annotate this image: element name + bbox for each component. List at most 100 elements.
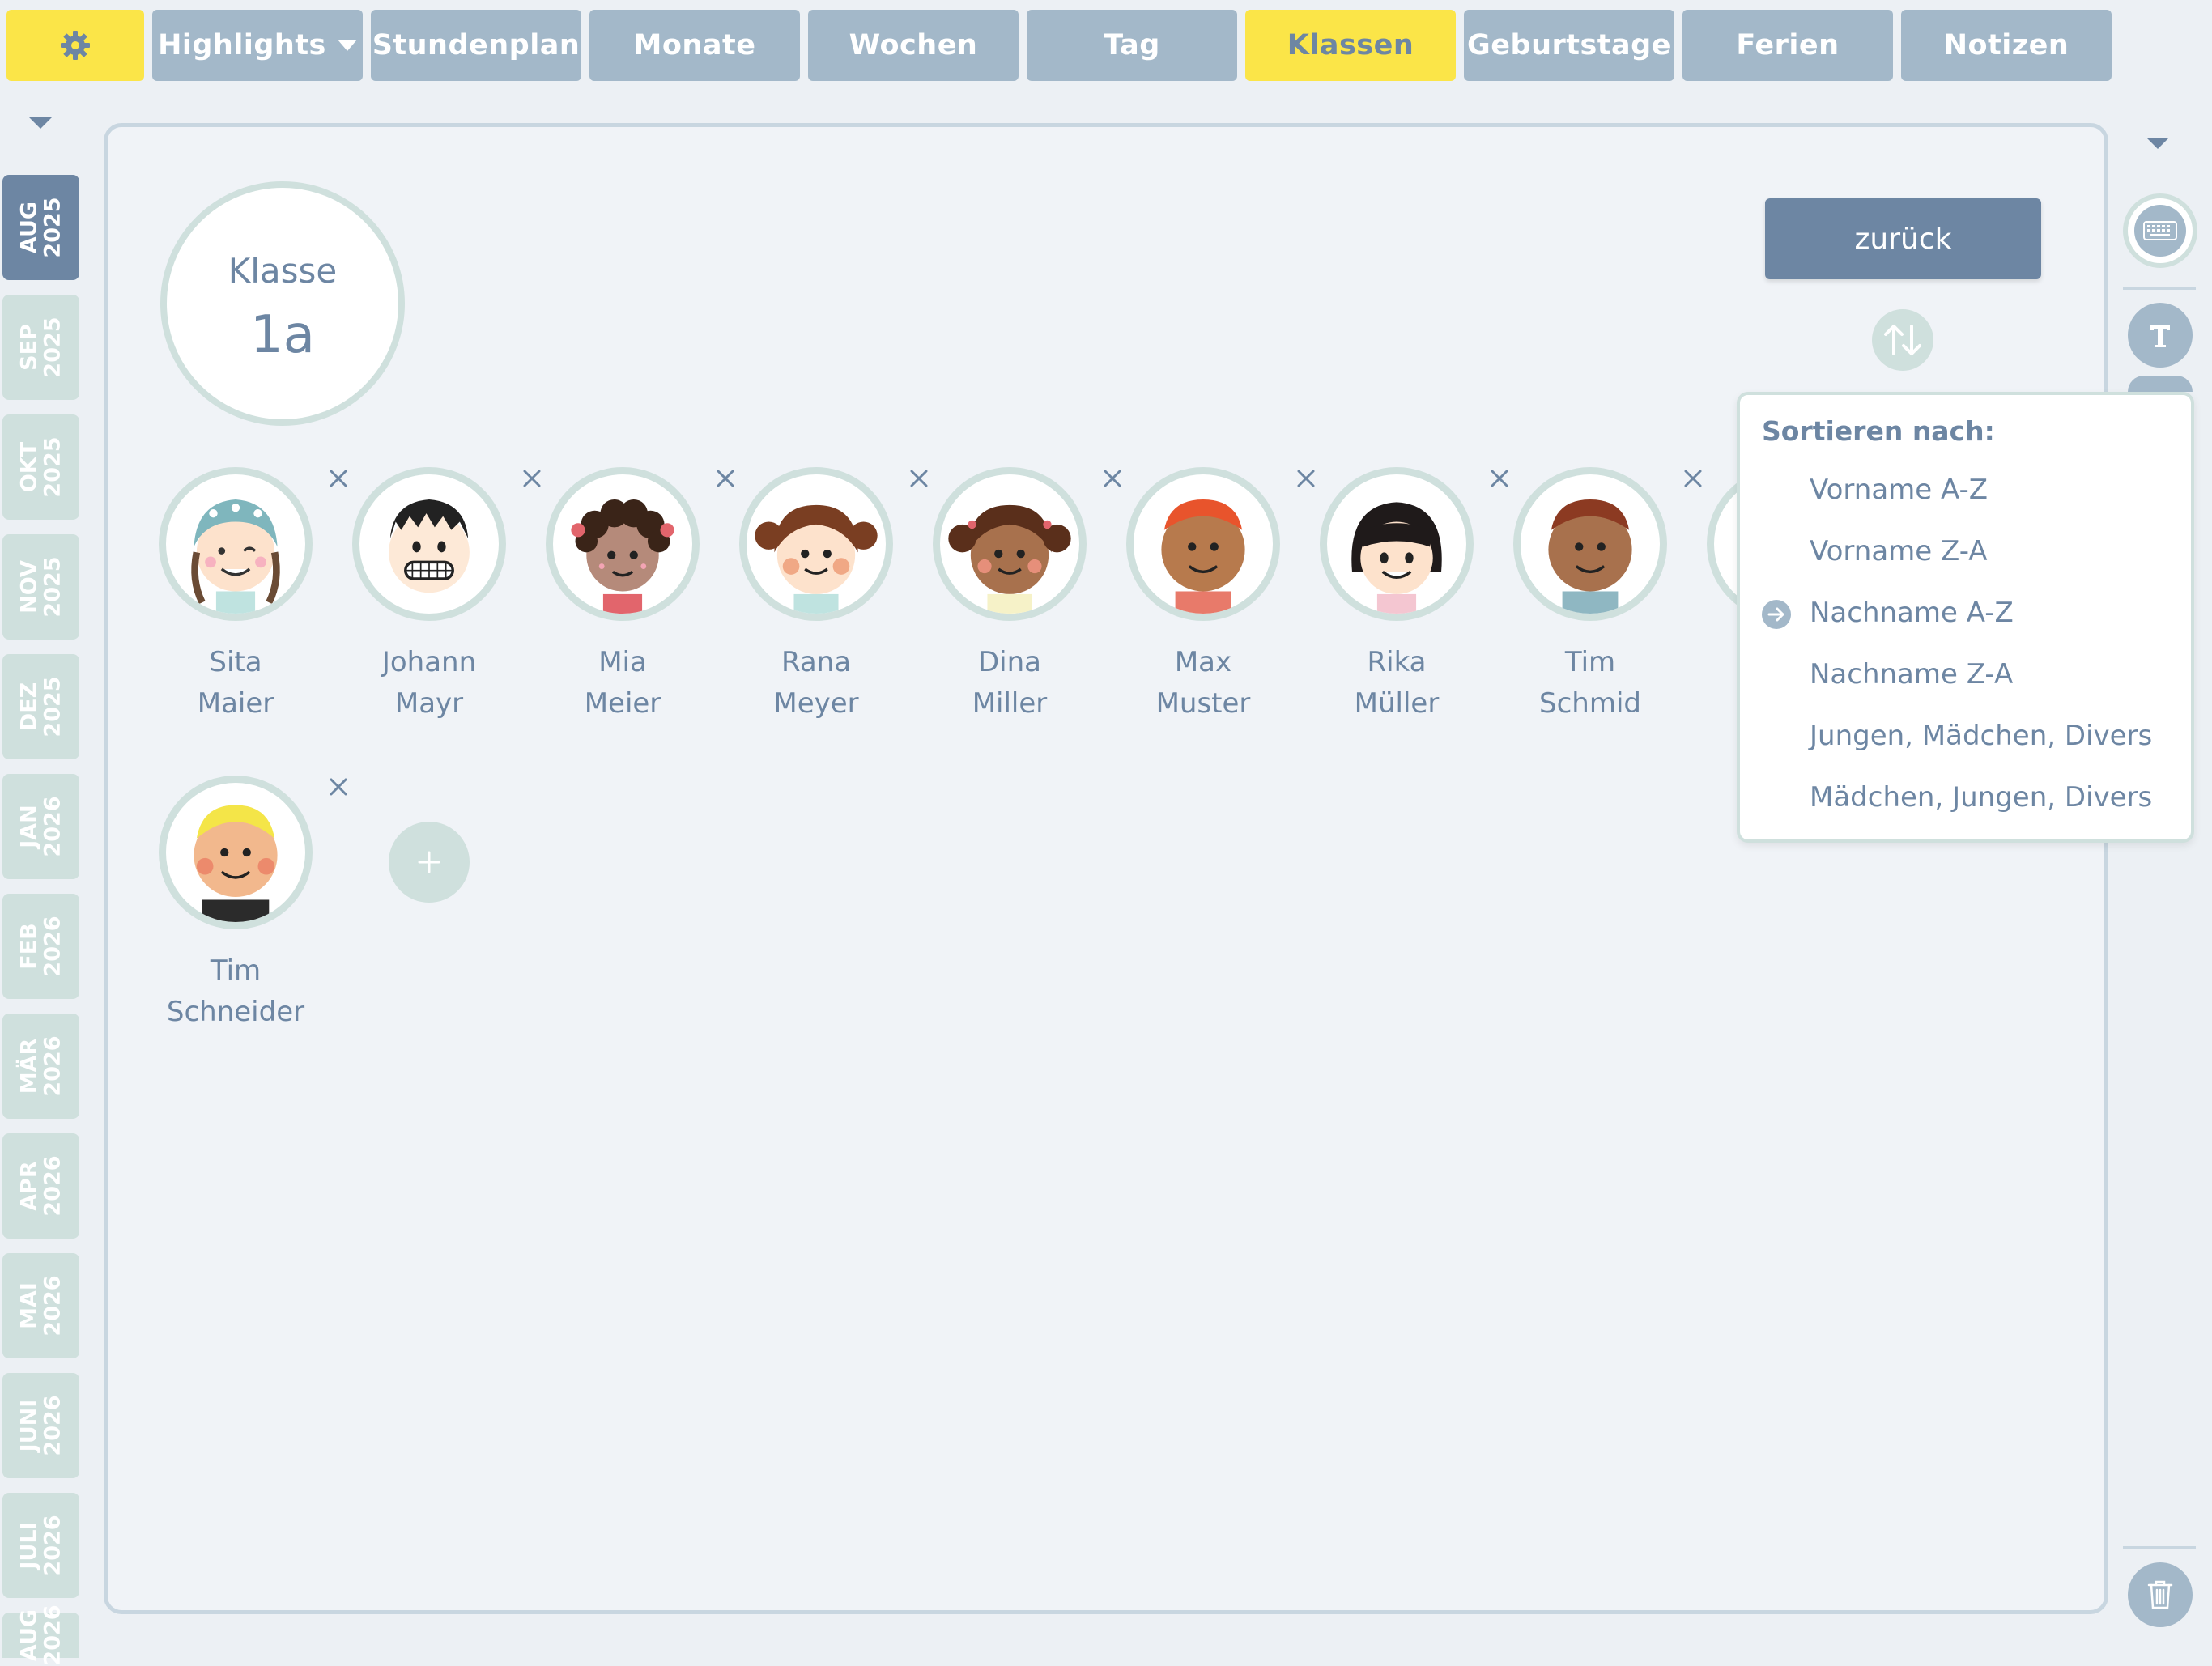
student-name: Rika Müller: [1299, 642, 1495, 725]
student-card[interactable]: Johann Mayr: [331, 467, 541, 742]
student-last-name: Meyer: [773, 687, 859, 720]
month-name: APR: [16, 1161, 42, 1211]
tab-tag[interactable]: Tag: [1027, 10, 1237, 81]
keyboard-icon: [2143, 221, 2177, 240]
month-tab[interactable]: JUNI 2026: [2, 1373, 79, 1478]
keyboard-button[interactable]: [2123, 193, 2197, 268]
month-tab[interactable]: SEP 2025: [2, 295, 79, 400]
month-label: JAN 2026: [17, 796, 66, 857]
student-card[interactable]: Max Muster: [1105, 467, 1315, 742]
toolbar-divider: [2123, 1546, 2196, 1549]
months-collapse-icon[interactable]: [29, 117, 52, 129]
back-button[interactable]: zurück: [1765, 198, 2041, 279]
month-name: MAI: [16, 1282, 42, 1329]
tab-klassen[interactable]: Klassen: [1245, 10, 1456, 81]
student-card[interactable]: Tim Schmid: [1492, 467, 1702, 742]
student-last-name: Miller: [972, 687, 1048, 720]
student-first-name: Mia: [598, 646, 647, 678]
tab-label: Notizen: [1943, 29, 2069, 62]
sort-option-last-name-asc[interactable]: Nachname A-Z: [1740, 586, 2191, 640]
month-label: APR 2026: [16, 1155, 66, 1217]
keyboard-button-inner: [2134, 205, 2186, 257]
tab-geburtstage[interactable]: Geburtstage: [1464, 10, 1674, 81]
month-name: AUG: [16, 1609, 42, 1662]
student-name: Rana Meyer: [718, 642, 914, 725]
month-name: AUG: [16, 201, 42, 254]
month-name: NOV: [16, 560, 42, 614]
month-tab[interactable]: MÄR 2026: [2, 1014, 79, 1119]
tab-label: Ferien: [1736, 29, 1840, 62]
month-tab[interactable]: JAN 2026: [2, 774, 79, 879]
month-label: SEP 2025: [16, 317, 66, 377]
student-card[interactable]: Sita Maier: [138, 467, 347, 742]
tab-label: Highlights: [158, 29, 326, 62]
text-tool-button[interactable]: [2128, 303, 2193, 368]
month-year: 2025: [40, 676, 66, 737]
student-name: Sita Maier: [138, 642, 334, 725]
month-year: 2026: [40, 1515, 66, 1576]
trash-button[interactable]: [2128, 1562, 2193, 1627]
month-label: MAI 2026: [16, 1275, 66, 1336]
sort-option-first-name-desc[interactable]: Vorname Z-A: [1740, 525, 2191, 578]
add-student-button[interactable]: [389, 822, 470, 903]
student-last-name: Meier: [584, 687, 661, 720]
tab-label: Stundenplan: [372, 29, 581, 62]
sort-option-label: Mädchen, Jungen, Divers: [1810, 781, 2153, 814]
month-label: MÄR 2026: [17, 1035, 66, 1097]
student-avatar: [1513, 467, 1667, 621]
tab-highlights[interactable]: Highlights: [152, 10, 363, 81]
sort-option-girls-boys-diverse[interactable]: Mädchen, Jungen, Divers: [1740, 771, 2191, 824]
sort-option-boys-girls-diverse[interactable]: Jungen, Mädchen, Divers: [1740, 709, 2191, 763]
tab-notizen[interactable]: Notizen: [1901, 10, 2112, 81]
tab-stundenplan[interactable]: Stundenplan: [371, 10, 581, 81]
month-tab[interactable]: FEB 2026: [2, 894, 79, 999]
month-name: FEB: [16, 923, 42, 970]
month-tab[interactable]: JULI 2026: [2, 1493, 79, 1598]
tab-ferien[interactable]: Ferien: [1682, 10, 1893, 81]
class-name: 1a: [250, 304, 315, 365]
student-avatar: [546, 467, 700, 621]
month-year: 2026: [40, 796, 66, 857]
student-name: Johann Mayr: [331, 642, 527, 725]
student-last-name: Maier: [197, 687, 274, 720]
student-name: Dina Miller: [912, 642, 1108, 725]
tab-wochen[interactable]: Wochen: [808, 10, 1019, 81]
toolbar-collapse-icon[interactable]: [2146, 138, 2169, 149]
gear-icon: [61, 31, 90, 60]
month-tab[interactable]: MAI 2026: [2, 1253, 79, 1358]
month-tab[interactable]: OKT 2025: [2, 414, 79, 520]
month-tab[interactable]: NOV 2025: [2, 534, 79, 640]
plus-icon: [418, 851, 440, 873]
student-card[interactable]: Rika Müller: [1299, 467, 1508, 742]
remove-student-icon[interactable]: [327, 776, 350, 798]
student-card[interactable]: Dina Miller: [912, 467, 1121, 742]
month-label: AUG 2025: [16, 197, 66, 257]
month-year: 2026: [40, 1035, 66, 1097]
chevron-down-icon: [337, 40, 357, 51]
sort-button[interactable]: [1872, 309, 1933, 371]
student-first-name: Max: [1174, 646, 1232, 678]
tab-monate[interactable]: Monate: [589, 10, 800, 81]
student-first-name: Tim: [210, 954, 262, 987]
toolbar-button-partial[interactable]: [2128, 376, 2193, 392]
month-name: SEP: [16, 324, 42, 371]
month-year: 2026: [40, 1155, 66, 1217]
student-name: Mia Meier: [525, 642, 721, 725]
student-name: Tim Schneider: [138, 950, 334, 1033]
month-tab[interactable]: DEZ 2025: [2, 654, 79, 759]
student-card[interactable]: Rana Meyer: [718, 467, 928, 742]
student-avatar: [1126, 467, 1280, 621]
student-first-name: Dina: [977, 646, 1041, 678]
trash-icon: [2147, 1580, 2173, 1609]
student-name: Max Muster: [1105, 642, 1301, 725]
sort-option-last-name-desc[interactable]: Nachname Z-A: [1740, 648, 2191, 701]
top-navigation: Highlights Stundenplan Monate Wochen Tag…: [0, 0, 2212, 89]
student-last-name: Muster: [1155, 687, 1251, 720]
student-card[interactable]: Mia Meier: [525, 467, 734, 742]
settings-button[interactable]: [6, 10, 144, 81]
month-tab[interactable]: APR 2026: [2, 1133, 79, 1239]
month-tab[interactable]: AUG 2026: [2, 1604, 79, 1666]
student-card[interactable]: Tim Schneider: [138, 776, 347, 1051]
month-tab[interactable]: AUG 2025: [2, 175, 79, 280]
sort-option-first-name-asc[interactable]: Vorname A-Z: [1740, 463, 2191, 516]
